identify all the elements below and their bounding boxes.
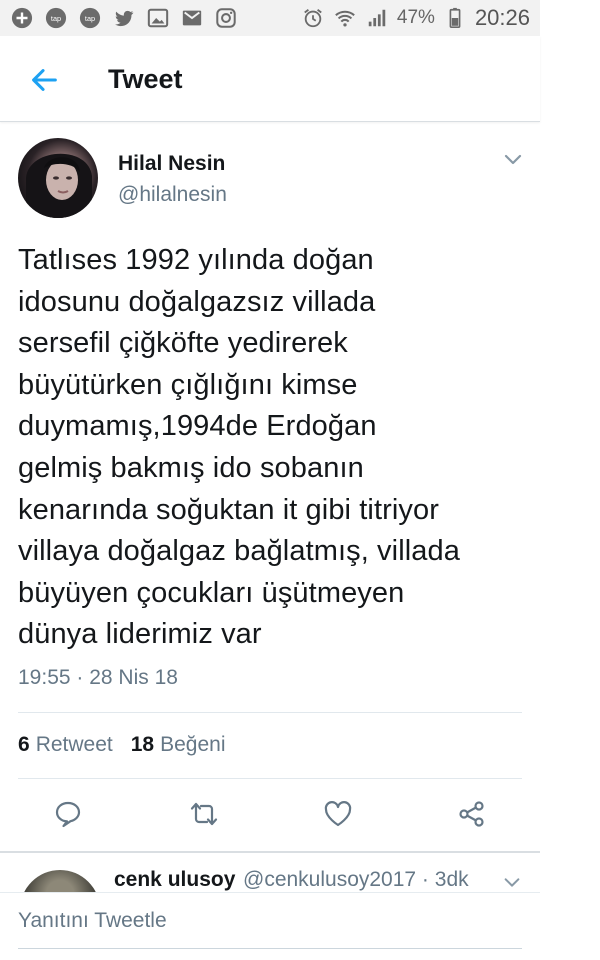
tweet-text: Tatlıses 1992 yılında doğan idosunu doğa… <box>18 244 460 651</box>
image-icon <box>146 6 170 30</box>
alarm-icon <box>301 6 325 30</box>
app-header: Tweet <box>0 36 540 122</box>
divider <box>18 712 522 713</box>
reply-button[interactable] <box>50 796 86 832</box>
instagram-icon <box>214 6 238 30</box>
retweet-label: Retweet <box>35 733 113 756</box>
divider <box>18 778 522 779</box>
svg-text:tap: tap <box>51 14 61 23</box>
section-divider <box>0 851 540 853</box>
reply-avatar[interactable] <box>20 870 100 892</box>
like-stat[interactable]: 18 Beğeni <box>131 733 226 757</box>
tweet-actions <box>0 796 540 836</box>
notification-icons: tap tap <box>10 6 238 30</box>
reply-options-button[interactable] <box>502 872 522 892</box>
author-handle[interactable]: @hilalnesin <box>118 183 227 207</box>
like-label: Beğeni <box>160 733 226 756</box>
signal-icon <box>365 6 389 30</box>
tap-app-icon: tap <box>78 6 102 30</box>
status-bar: tap tap 47% 20:26 <box>0 0 540 36</box>
retweet-icon <box>190 802 218 826</box>
tap-app-icon: tap <box>44 6 68 30</box>
page-title: Tweet <box>108 64 183 94</box>
reply-tweet[interactable]: cenk ulusoy @cenkulusoy2017 · 3dk <box>18 862 522 892</box>
share-button[interactable] <box>454 796 490 832</box>
like-count: 18 <box>130 733 155 756</box>
clock: 20:26 <box>474 5 530 30</box>
reply-input[interactable]: Yanıtını Tweetle <box>18 909 522 949</box>
reply-author-name[interactable]: cenk ulusoy <box>114 868 235 892</box>
like-button[interactable] <box>320 796 356 832</box>
tweet-stats: 6 Retweet 18 Beğeni <box>18 733 225 757</box>
tweet-timestamp: 19:55 · 28 Nis 18 <box>18 666 178 689</box>
chevron-down-icon <box>504 154 522 165</box>
svg-text:tap: tap <box>85 14 95 23</box>
avatar[interactable] <box>18 138 98 218</box>
back-arrow-icon <box>32 69 57 91</box>
reply-compose-bar: Yanıtını Tweetle <box>0 892 540 960</box>
plus-icon <box>10 6 34 30</box>
battery-icon <box>443 6 467 30</box>
reply-author-meta: @cenkulusoy2017 · 3dk <box>243 868 469 891</box>
battery-percent: 47% <box>396 7 435 28</box>
chevron-down-icon <box>504 878 520 887</box>
retweet-stat[interactable]: 6 Retweet <box>18 733 113 757</box>
gmail-icon <box>180 6 204 30</box>
retweet-count: 6 <box>18 733 30 756</box>
retweet-button[interactable] <box>186 796 222 832</box>
tweet-options-button[interactable] <box>502 148 524 170</box>
author-name[interactable]: Hilal Nesin <box>118 152 225 176</box>
wifi-icon <box>333 6 357 30</box>
back-button[interactable] <box>26 62 62 98</box>
twitter-icon <box>112 6 136 30</box>
tweet-author: Hilal Nesin @hilalnesin <box>18 138 522 222</box>
avatar-photo <box>26 153 92 218</box>
share-icon <box>459 801 484 827</box>
reply-icon <box>55 801 81 828</box>
like-icon <box>324 801 352 827</box>
